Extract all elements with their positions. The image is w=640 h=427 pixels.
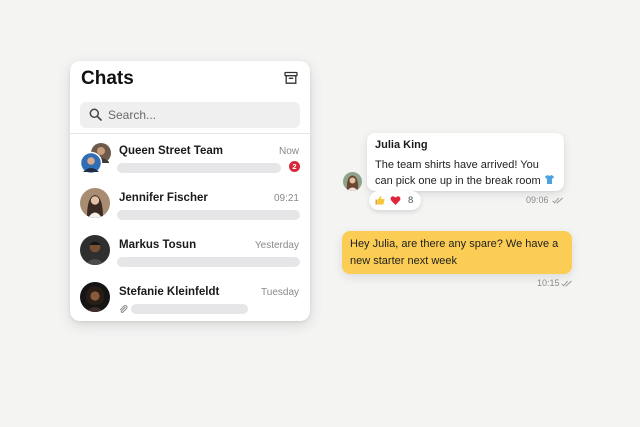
- search-input[interactable]: [108, 102, 293, 128]
- message-sender: Julia King: [375, 139, 428, 151]
- chat-row-markus-tosun[interactable]: Markus Tosun Yesterday: [70, 231, 310, 277]
- chat-time: 09:21: [273, 193, 299, 204]
- heart-icon: [390, 196, 401, 205]
- avatar: [80, 188, 110, 218]
- paperclip-icon: [119, 304, 128, 313]
- message-time: 09:06: [526, 195, 549, 205]
- message-time: 10:15: [537, 278, 560, 288]
- divider: [70, 133, 310, 134]
- message-preview-placeholder: [117, 257, 300, 267]
- chat-name: Markus Tosun: [119, 239, 197, 251]
- chat-time: Now: [278, 146, 299, 157]
- incoming-message-bubble[interactable]: Julia King The team shirts have arrived!…: [367, 133, 564, 191]
- chat-row-stefanie-kleinfeldt[interactable]: Stefanie Kleinfeldt Tuesday: [70, 278, 310, 321]
- message-reactions[interactable]: 8: [369, 191, 421, 210]
- outgoing-message-bubble[interactable]: Hey Julia, are there any spare? We have …: [342, 231, 572, 274]
- message-preview-placeholder: [117, 210, 300, 220]
- shirt-icon: [544, 175, 554, 184]
- message-text: Hey Julia, are there any spare? We have …: [350, 238, 559, 267]
- unread-badge: 2: [289, 161, 300, 172]
- app-canvas: Chats Search... Queen Street Team Now 2 …: [0, 0, 640, 427]
- chat-row-jennifer-fischer[interactable]: Jennifer Fischer 09:21: [70, 184, 310, 230]
- double-check-icon: [552, 197, 563, 204]
- message-preview-placeholder: [117, 163, 281, 173]
- thumbs-up-icon: [375, 195, 385, 205]
- double-check-icon: [561, 280, 572, 287]
- chat-name: Jennifer Fischer: [119, 192, 208, 204]
- group-avatar: [80, 142, 112, 174]
- chat-row-queen-street-team[interactable]: Queen Street Team Now 2: [70, 137, 310, 183]
- chat-time: Yesterday: [254, 240, 299, 251]
- chats-panel: Chats Search... Queen Street Team Now 2 …: [70, 61, 310, 321]
- avatar: [80, 282, 110, 312]
- message-text: The team shirts have arrived! You can pi…: [375, 157, 557, 189]
- chat-name: Stefanie Kleinfeldt: [119, 286, 220, 298]
- archive-icon[interactable]: [284, 71, 298, 85]
- message-preview-placeholder: [131, 304, 248, 314]
- chat-name: Queen Street Team: [119, 145, 223, 157]
- message-text-content: The team shirts have arrived! You can pi…: [375, 159, 541, 187]
- reaction-count: 8: [408, 195, 414, 206]
- panel-title: Chats: [81, 68, 134, 89]
- search-box[interactable]: [80, 102, 300, 128]
- julia-king-avatar: [343, 172, 362, 191]
- chat-time: Tuesday: [261, 287, 299, 298]
- search-icon: [89, 108, 102, 121]
- avatar: [80, 235, 110, 265]
